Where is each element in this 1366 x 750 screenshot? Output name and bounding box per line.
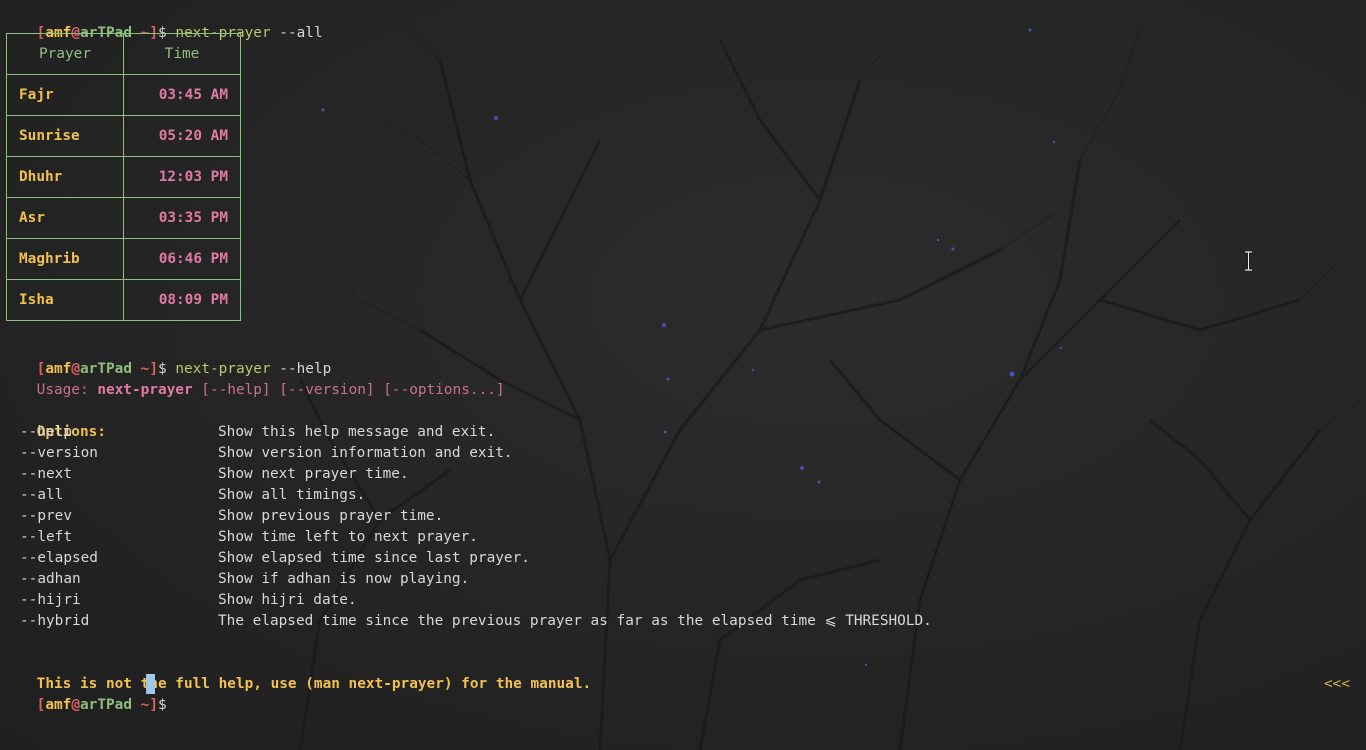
prayer-name: Isha <box>6 279 124 321</box>
prompt-line-all: [amf@arTPad ~]$ next-prayer --all <box>2 2 323 41</box>
prayer-times-table: Prayer Time Fajr 03:45 AM Sunrise 05:20 … <box>6 33 241 321</box>
usage-label: Usage: <box>36 382 98 398</box>
usage-program: next-prayer <box>97 382 193 398</box>
prayer-name: Fajr <box>6 74 124 116</box>
text-ibeam-icon <box>1245 251 1252 271</box>
table-row: Dhuhr 12:03 PM <box>6 156 241 198</box>
prayer-time: 03:35 PM <box>123 197 241 239</box>
prompt-host: arTPad <box>80 697 132 713</box>
option-flag: --hijri <box>20 592 81 608</box>
prompt-user: amf <box>45 697 72 713</box>
prayer-time: 03:45 AM <box>123 74 241 116</box>
option-flag: --version <box>20 445 98 461</box>
option-flag: --hybrid <box>20 613 90 629</box>
option-flag: --next <box>20 466 72 482</box>
prayer-name: Maghrib <box>6 238 124 280</box>
option-flag: --adhan <box>20 571 81 587</box>
terminal-window[interactable]: [amf@arTPad ~]$ next-prayer --all Prayer… <box>0 0 1366 750</box>
prayer-time: 06:46 PM <box>123 238 241 280</box>
command-args: --all <box>270 25 323 41</box>
right-prompt: <<< <box>1324 676 1350 692</box>
option-description: Show version information and exit. <box>218 445 513 461</box>
column-header-time: Time <box>123 33 241 75</box>
options-header: Options: <box>2 401 106 440</box>
table-row: Fajr 03:45 AM <box>6 74 241 116</box>
help-footer: This is not the full help, use (man next… <box>2 653 592 692</box>
table-row: Maghrib 06:46 PM <box>6 238 241 280</box>
option-description: Show next prayer time. <box>218 466 409 482</box>
option-flag: --all <box>20 487 64 503</box>
prayer-time: 12:03 PM <box>123 156 241 198</box>
text-cursor[interactable] <box>146 674 155 694</box>
option-flag: --prev <box>20 508 72 524</box>
option-flag: --help <box>20 424 72 440</box>
option-description: Show time left to next prayer. <box>218 529 478 545</box>
prompt-bracket-close: ] <box>149 697 158 713</box>
prayer-time: 08:09 PM <box>123 279 241 321</box>
prayer-name: Sunrise <box>6 115 124 157</box>
option-description: Show previous prayer time. <box>218 508 444 524</box>
prayer-name: Asr <box>6 197 124 239</box>
prayer-name: Dhuhr <box>6 156 124 198</box>
prayer-time: 05:20 AM <box>123 115 241 157</box>
table-header-row: Prayer Time <box>6 33 241 75</box>
option-description: Show this help message and exit. <box>218 424 496 440</box>
usage-line: Usage: next-prayer [--help] [--version] … <box>2 359 505 398</box>
prompt-line-help: [amf@arTPad ~]$ next-prayer --help <box>2 338 332 377</box>
table-row: Asr 03:35 PM <box>6 197 241 239</box>
table-row: Isha 08:09 PM <box>6 279 241 321</box>
option-description: Show elapsed time since last prayer. <box>218 550 530 566</box>
prompt-symbol: $ <box>157 697 176 713</box>
option-description: The elapsed time since the previous pray… <box>218 613 932 629</box>
option-description: Show all timings. <box>218 487 366 503</box>
option-flag: --elapsed <box>20 550 98 566</box>
column-header-prayer: Prayer <box>6 33 124 75</box>
option-flag: --left <box>20 529 72 545</box>
table-row: Sunrise 05:20 AM <box>6 115 241 157</box>
option-description: Show if adhan is now playing. <box>218 571 470 587</box>
prompt-at: @ <box>71 697 80 713</box>
prompt-dir: ~ <box>131 697 150 713</box>
usage-arguments: [--help] [--version] [--options...] <box>192 382 505 398</box>
option-description: Show hijri date. <box>218 592 357 608</box>
